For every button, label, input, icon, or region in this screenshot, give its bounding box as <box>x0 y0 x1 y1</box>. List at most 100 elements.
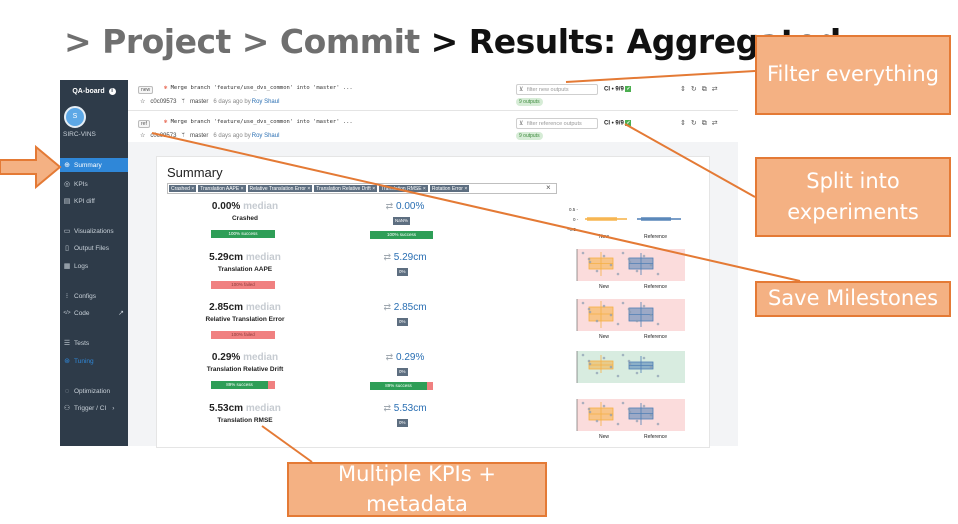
delta-badge: 0% <box>397 318 408 326</box>
commit-message[interactable]: ✻ Merge branch 'feature/use_dvs_common' … <box>164 119 353 125</box>
new-point <box>602 304 606 308</box>
branch-name: master <box>190 132 209 139</box>
sidebar-item-label: Tuning <box>74 357 94 365</box>
breadcrumb-prefix: > Project > Commit <box>64 22 431 61</box>
star-icon[interactable]: ☆ <box>140 132 145 139</box>
avatar[interactable]: S <box>64 106 86 128</box>
ref-point <box>628 260 632 264</box>
commit-meta: ☆ c0c09573 ᛘ master 6 days ago by Roy Sha… <box>140 98 280 106</box>
summary-title: Summary <box>167 165 223 180</box>
success-bar: 89% success <box>211 381 268 389</box>
commit-author[interactable]: Roy Shaul <box>252 99 280 105</box>
median-label: median <box>243 352 279 363</box>
plot-label-new: New <box>599 334 610 340</box>
commit-row-new[interactable]: new ✻ Merge branch 'feature/use_dvs_comm… <box>128 80 738 111</box>
sidebar-item-optimization[interactable]: ◌ Optimization <box>60 384 128 398</box>
ref-value: 5.53cm <box>393 403 427 414</box>
commit-author[interactable]: Roy Shaul <box>252 133 280 139</box>
kpi-value-text: 0.29% <box>211 352 241 363</box>
sidebar-item-label: Output Files <box>74 244 110 252</box>
outputs-badge[interactable]: 9 outputs <box>516 98 543 106</box>
new-point <box>581 353 585 357</box>
kpi-block: 5.29cm median Translation AAPE <box>185 252 305 273</box>
refresh-icon[interactable]: ↻ <box>691 86 702 93</box>
new-point <box>602 356 606 360</box>
chip-rotation-error[interactable]: Rotation Error × <box>429 185 470 192</box>
star-icon[interactable]: ☆ <box>140 98 145 105</box>
trigger-icon: ⚇ <box>63 405 71 412</box>
optimization-icon: ◌ <box>64 387 70 395</box>
kpi-value-text: 5.29cm <box>209 252 244 263</box>
outputs-badge[interactable]: 9 outputs <box>516 132 543 140</box>
compare-icon[interactable]: ⇄ <box>712 86 723 93</box>
ref-point <box>628 310 632 314</box>
new-point <box>581 401 585 405</box>
ref-point <box>628 410 632 414</box>
chip-translation-aape[interactable]: Translation AAPE × <box>198 185 246 192</box>
summary-card: Summary Crashed × Translation AAPE × Rel… <box>156 156 710 448</box>
compare-icon[interactable]: ⇄ <box>712 120 723 127</box>
sidebar-item-code[interactable]: </> Code ↗ <box>60 306 128 320</box>
median-label: median <box>245 403 281 414</box>
app-title: QA-board <box>72 87 105 95</box>
clear-selection-icon[interactable]: × <box>546 183 551 192</box>
commit-message[interactable]: ✻ Merge branch 'feature/use_dvs_common' … <box>164 85 353 91</box>
sidebar-item-kpi-diff[interactable]: ▤ KPI diff <box>60 194 128 208</box>
sort-icon[interactable]: ⇕ <box>680 86 691 93</box>
sidebar-item-tuning[interactable]: ⊛ Tuning <box>60 354 128 368</box>
new-box <box>587 217 617 221</box>
copy-icon[interactable]: ⧉ <box>702 120 712 127</box>
ci-status-text: CI • 9/9 <box>604 86 624 93</box>
filter-reference-input[interactable]: ⊻ filter reference outputs <box>516 118 598 129</box>
median-label: median <box>243 201 279 212</box>
new-point <box>595 371 599 375</box>
chip-relative-translation-error[interactable]: Relative Translation Error × <box>247 185 313 192</box>
sidebar-item-kpis[interactable]: ◎ KPIs <box>60 177 128 191</box>
chip-translation-relative-drift[interactable]: Translation Relative Drift × <box>314 185 378 192</box>
chip-crashed[interactable]: Crashed × <box>169 185 197 192</box>
callout-multiple-kpis: Multiple KPIs + metadata <box>287 462 547 517</box>
ci-status[interactable]: CI • 9/9 ✓ <box>604 86 632 93</box>
ci-status[interactable]: CI • 9/9 ✓ <box>604 120 632 127</box>
sidebar-item-label: Code <box>74 309 90 317</box>
logs-icon: ▦ <box>63 263 71 270</box>
copy-icon[interactable]: ⧉ <box>702 86 712 93</box>
code-icon: </> <box>63 310 71 316</box>
commit-hash[interactable]: c0c09573 <box>150 99 176 105</box>
ref-success-bar: 89% success <box>370 382 427 390</box>
filter-icon: ⊻ <box>519 121 524 127</box>
filter-new-input[interactable]: ⊻ filter new outputs <box>516 84 598 95</box>
ref-point <box>649 263 653 267</box>
kpi-name: Relative Translation Error <box>205 316 285 323</box>
chip-translation-rmse[interactable]: Translation RMSE × <box>379 185 428 192</box>
sidebar-item-summary[interactable]: ⊕ Summary <box>60 158 128 172</box>
ref-point <box>621 251 625 255</box>
external-link-icon: ↗ <box>118 310 124 317</box>
branch-icon: ᛘ <box>181 132 186 139</box>
sidebar-item-trigger-ci[interactable]: ⚇ Trigger / CI › <box>60 401 128 415</box>
plot-label-new: New <box>599 234 610 240</box>
sidebar-item-output-files[interactable]: ▯ Output Files <box>60 241 128 255</box>
file-icon: ▯ <box>65 245 69 252</box>
sidebar-item-tests[interactable]: ☰ Tests <box>60 336 128 350</box>
ref-point <box>649 313 653 317</box>
failed-bar: 100% failed <box>211 281 275 289</box>
commit-row-ref[interactable]: ref ✻ Merge branch 'feature/use_dvs_comm… <box>128 114 738 145</box>
kpi-selector[interactable]: Crashed × Translation AAPE × Relative Tr… <box>167 183 557 194</box>
tick-label: 0.5 - <box>569 207 579 212</box>
project-name[interactable]: SIRC-VINS <box>63 131 128 138</box>
sidebar-item-logs[interactable]: ▦ Logs <box>60 259 128 273</box>
info-icon[interactable]: i <box>108 87 116 95</box>
median-label: median <box>245 302 281 313</box>
kpi-name: Translation RMSE <box>217 417 273 424</box>
refresh-icon[interactable]: ↻ <box>691 120 702 127</box>
sort-icon[interactable]: ⇕ <box>680 120 691 127</box>
ref-point <box>642 304 646 308</box>
crashed-plot: 0.5 - 0 - −0.5 - <box>557 203 697 243</box>
commit-hash[interactable]: c0c09573 <box>150 133 176 139</box>
median-label: median <box>245 252 281 263</box>
sidebar-item-configs[interactable]: ⁝ Configs <box>60 289 128 303</box>
check-icon: ✓ <box>625 86 632 92</box>
sidebar-item-visualizations[interactable]: ▭ Visualizations <box>60 224 128 238</box>
new-point <box>602 254 606 258</box>
